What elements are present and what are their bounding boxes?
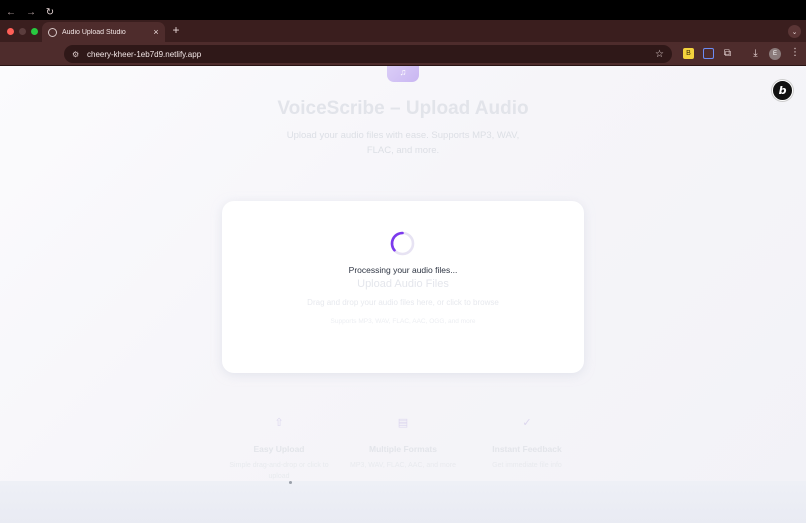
puzzle-extension-icon[interactable]: ⧉ — [722, 48, 733, 59]
feature-title: Instant Feedback — [492, 444, 562, 454]
upload-description: Drag and drop your audio files here, or … — [307, 298, 499, 307]
site-info-icon[interactable]: ⚙ — [72, 50, 81, 59]
tab-close-icon[interactable]: × — [151, 27, 161, 37]
page-viewport: ♫ VoiceScribe – Upload Audio Upload your… — [0, 66, 806, 523]
download-icon[interactable]: ⤓ — [750, 48, 761, 59]
app-logo: ♫ — [387, 66, 419, 82]
tab-search-chevron-icon[interactable]: ⌄ — [788, 25, 801, 38]
browser-menu-icon[interactable]: ⋮ — [790, 47, 800, 58]
file-audio-icon: ▤ — [397, 417, 409, 429]
feature-title: Multiple Formats — [368, 444, 437, 454]
upload-icon: ⇧ — [274, 417, 284, 429]
check-circle-icon: ✓ — [522, 417, 532, 429]
feature-easy-upload: ⇧ Easy Upload Simple drag-and-drop or cl… — [223, 416, 335, 482]
feature-description: MP3, WAV, FLAC, AAC, and more — [350, 462, 456, 469]
maximize-window-button[interactable] — [31, 28, 38, 35]
new-tab-button[interactable]: + — [170, 23, 182, 37]
browser-tab-active[interactable]: Audio Upload Studio × — [42, 22, 165, 42]
yellow-extension-icon[interactable]: B — [683, 48, 694, 59]
mouse-cursor — [289, 481, 292, 484]
forward-button[interactable]: → — [24, 5, 38, 19]
processing-status: Processing your audio files... — [348, 265, 458, 275]
page-footer-band — [0, 481, 806, 523]
page-title: VoiceScribe – Upload Audio — [277, 98, 529, 119]
address-bar[interactable]: ⚙ cheery-kheer-1eb7d9.netlify.app ☆ — [64, 45, 672, 63]
url-text[interactable]: cheery-kheer-1eb7d9.netlify.app — [87, 50, 655, 59]
upload-heading: Upload Audio Files — [357, 278, 449, 290]
window-titlebar — [0, 0, 806, 20]
loading-spinner-icon — [390, 231, 415, 256]
feature-description: Get immediate file info — [492, 462, 562, 469]
upload-formats: Supports MP3, WAV, FLAC, AAC, OGG, and m… — [330, 318, 476, 325]
feature-title: Easy Upload — [253, 444, 305, 454]
minimize-window-button[interactable] — [19, 28, 26, 35]
feature-instant-feedback: ✓ Instant Feedback Get immediate file in… — [471, 416, 583, 471]
feature-multiple-formats: ▤ Multiple Formats MP3, WAV, FLAC, AAC, … — [347, 416, 459, 471]
reload-button[interactable]: ↻ — [43, 5, 57, 19]
tab-title: Audio Upload Studio — [62, 28, 126, 36]
upload-dropzone[interactable]: Upload Audio Files Drag and drop your au… — [222, 201, 584, 373]
bookmark-star-icon[interactable]: ☆ — [655, 49, 664, 60]
feature-description: Simple drag-and-drop or click to upload — [229, 462, 329, 480]
blue-extension-icon[interactable] — [703, 48, 714, 59]
close-window-button[interactable] — [7, 28, 14, 35]
music-note-icon: ♫ — [399, 67, 407, 77]
page-subtitle: Upload your audio files with ease. Suppo… — [286, 130, 520, 156]
floating-b-badge[interactable]: b — [772, 80, 793, 101]
globe-icon — [48, 27, 57, 37]
profile-avatar[interactable]: E — [769, 48, 781, 60]
back-button[interactable]: ← — [4, 5, 18, 19]
